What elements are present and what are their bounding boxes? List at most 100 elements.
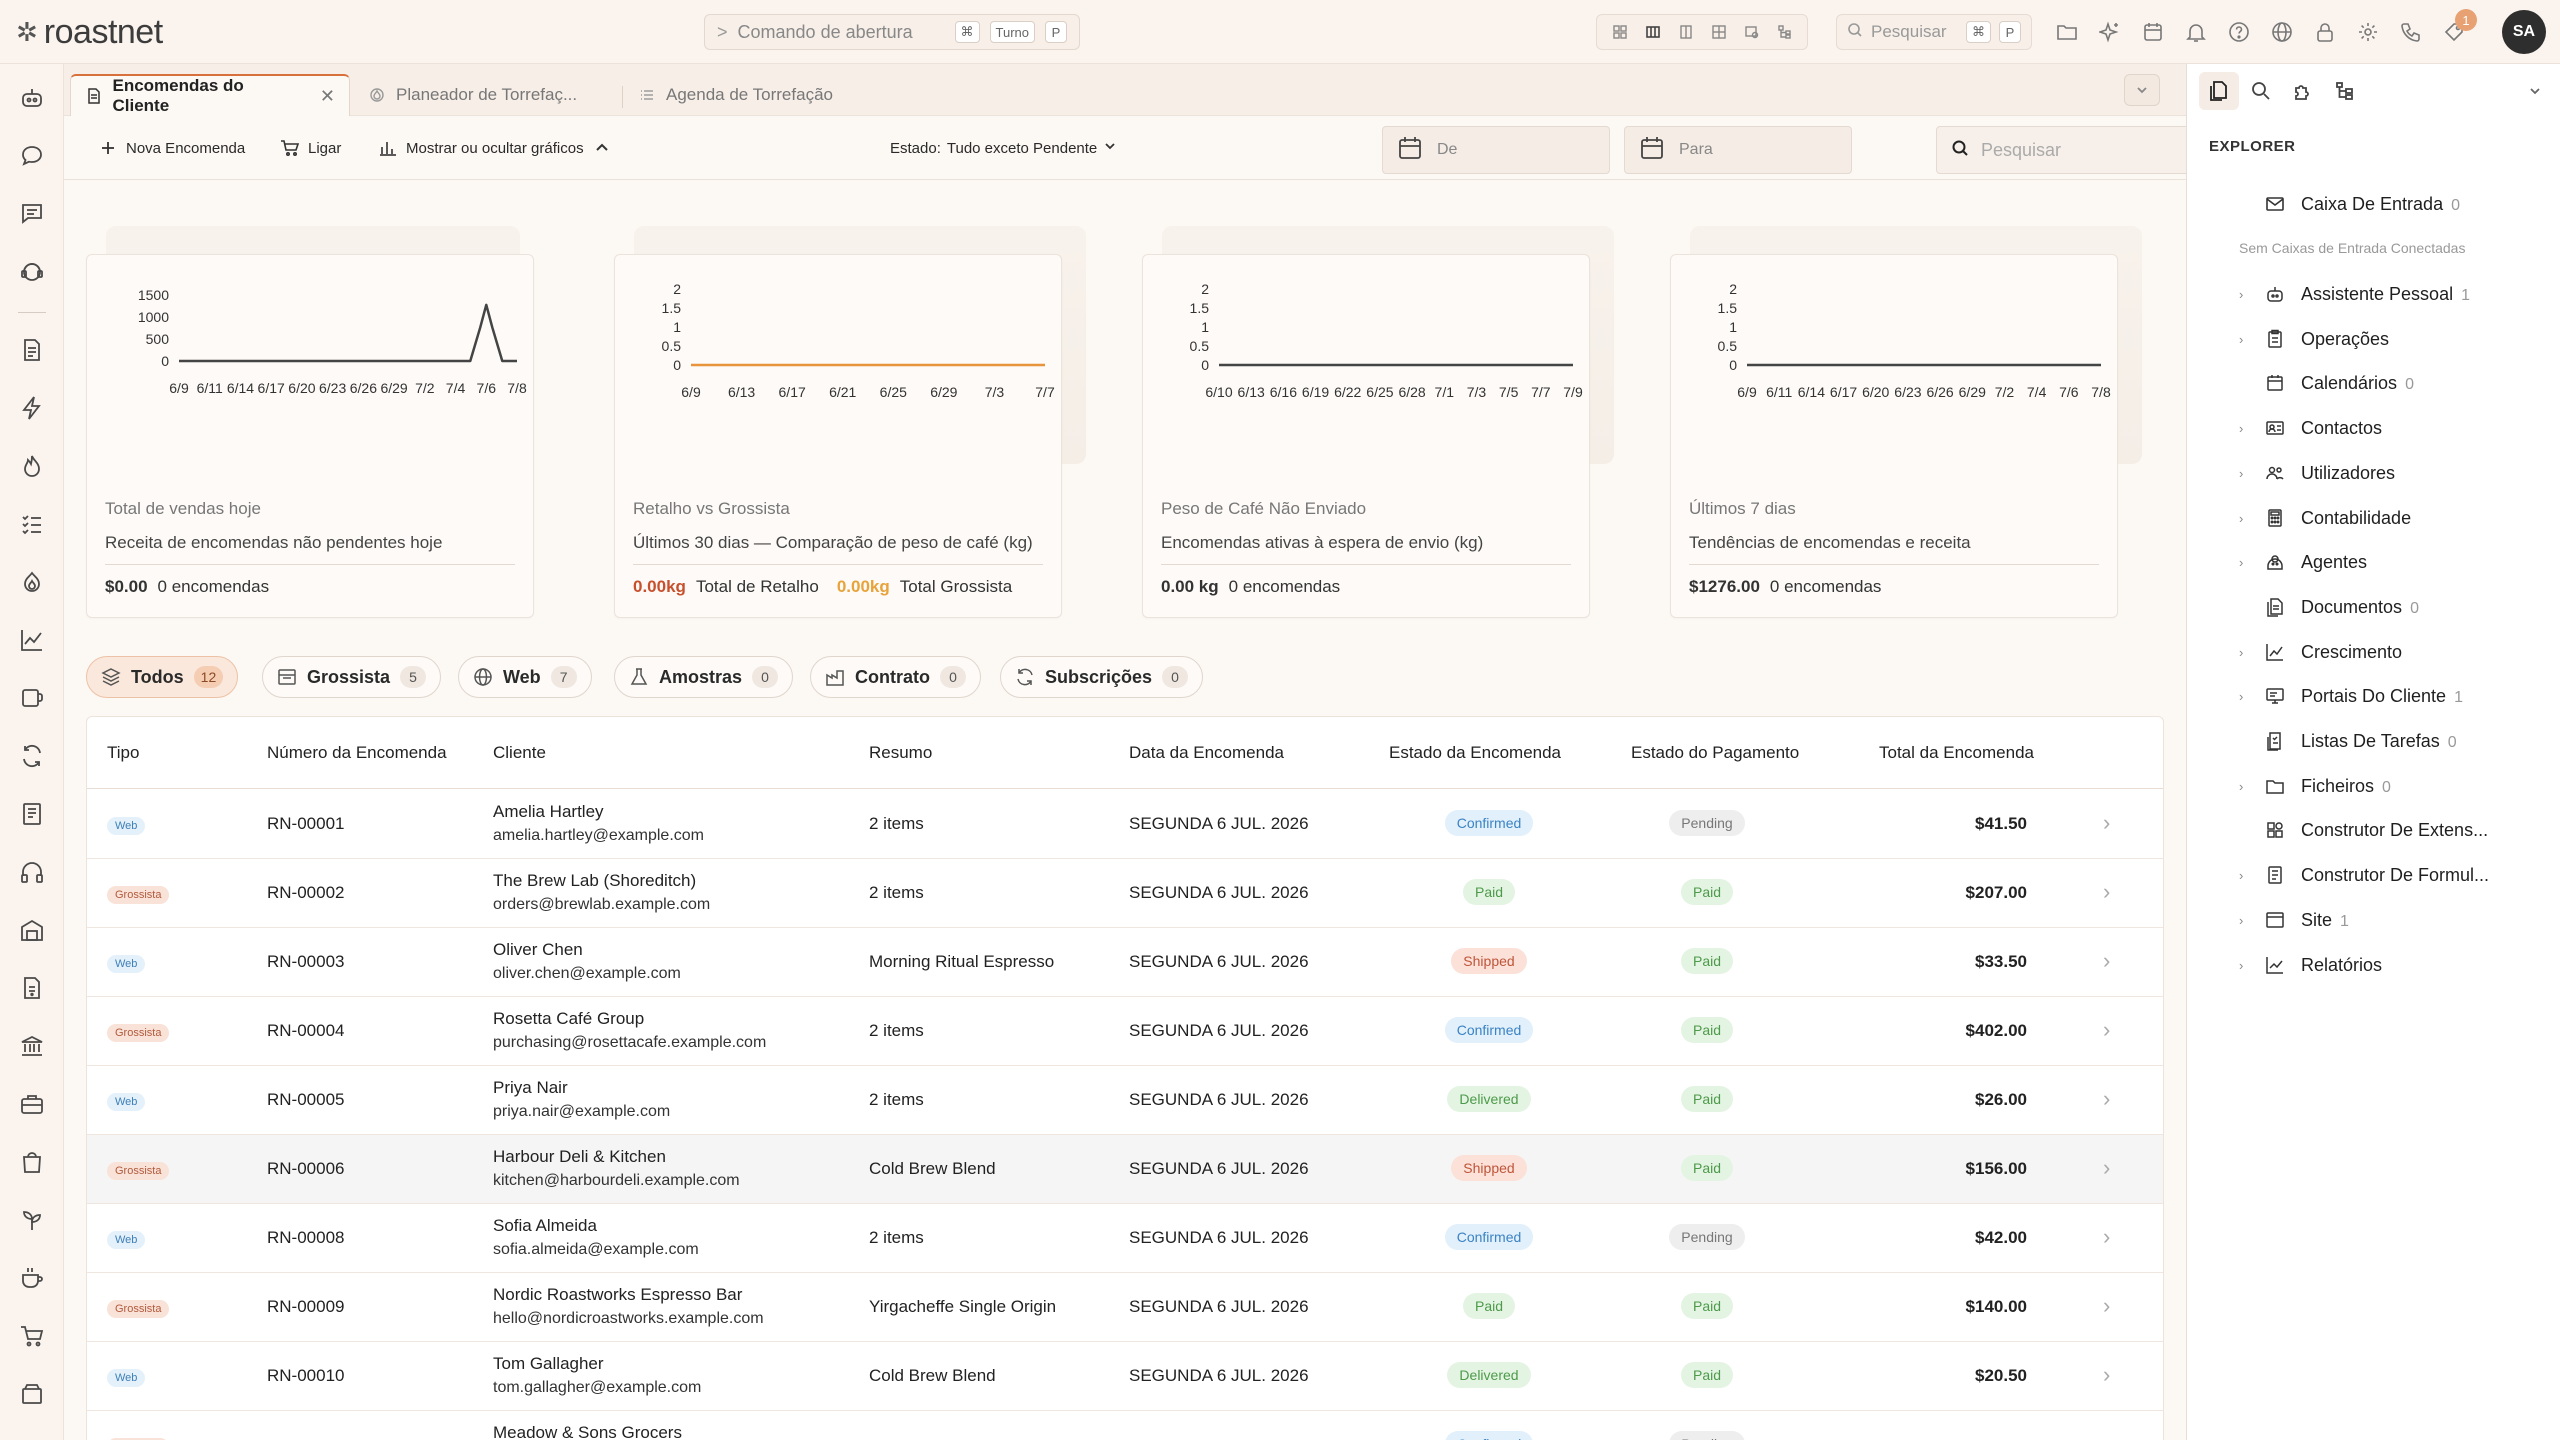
column-header-total[interactable]: Total da Encomenda	[1879, 743, 2034, 763]
cart-icon[interactable]	[18, 1322, 46, 1350]
split-view-icon[interactable]	[1678, 24, 1694, 40]
explorer-item[interactable]: › Portais Do Cliente 1	[2187, 678, 2560, 714]
files-icon[interactable]	[2199, 72, 2239, 110]
table-row[interactable]: Web RN-00008 Sofia Almeida sofia.almeida@ex…	[87, 1204, 2163, 1273]
chevron-right-icon[interactable]: ›	[2103, 1155, 2110, 1181]
flame-icon[interactable]	[18, 452, 46, 480]
shopping-bag-icon[interactable]	[18, 1148, 46, 1176]
bell-icon[interactable]	[2185, 21, 2207, 43]
filter-chip-web[interactable]: Web 7	[458, 656, 592, 698]
status-filter-dropdown[interactable]: Estado: Tudo exceto Pendente	[890, 132, 1117, 164]
table-row[interactable]: Web RN-00005 Priya Nair priya.nair@example.…	[87, 1066, 2163, 1135]
toggle-charts-button[interactable]: Mostrar ou ocultar gráficos	[378, 132, 612, 164]
global-search[interactable]: Pesquisar ⌘ P	[1836, 14, 2032, 50]
explorer-item[interactable]: Calendários 0	[2187, 365, 2560, 401]
support-agent-icon[interactable]	[18, 258, 46, 286]
column-header-customer[interactable]: Cliente	[493, 743, 546, 763]
explorer-item[interactable]: › Agentes	[2187, 544, 2560, 580]
chevron-right-icon[interactable]: ›	[2239, 511, 2253, 526]
chart-line-icon[interactable]	[18, 626, 46, 654]
bank-icon[interactable]	[18, 1032, 46, 1060]
explorer-item[interactable]: Documentos 0	[2187, 589, 2560, 625]
explorer-item[interactable]: Listas De Tarefas 0	[2187, 723, 2560, 759]
chevron-right-icon[interactable]: ›	[2103, 1362, 2110, 1388]
sparkles-icon[interactable]	[2099, 21, 2121, 43]
filter-chip-samples[interactable]: Amostras 0	[614, 656, 794, 698]
coffee-icon[interactable]	[18, 684, 46, 712]
refresh-icon[interactable]	[18, 742, 46, 770]
table-row[interactable]: Web RN-00003 Oliver Chen oliver.chen@exampl…	[87, 928, 2163, 997]
tiles-view-icon[interactable]	[1711, 24, 1727, 40]
explorer-item[interactable]: › Contactos	[2187, 410, 2560, 446]
messages-icon[interactable]	[18, 200, 46, 228]
chevron-right-icon[interactable]: ›	[2239, 645, 2253, 660]
filter-chip-all[interactable]: Todos 12	[86, 656, 239, 698]
folder-icon[interactable]	[2056, 21, 2078, 43]
chevron-right-icon[interactable]: ›	[2239, 466, 2253, 481]
globe-icon[interactable]	[2271, 21, 2293, 43]
explorer-item[interactable]: › Ficheiros 0	[2187, 768, 2560, 804]
new-order-button[interactable]: Nova Encomenda	[98, 132, 245, 164]
date-to-field[interactable]: Para	[1624, 126, 1852, 174]
warehouse-icon[interactable]	[18, 916, 46, 944]
cup-icon[interactable]	[18, 1264, 46, 1292]
call-button[interactable]: Ligar	[280, 132, 341, 164]
chat-bubble-icon[interactable]	[18, 142, 46, 170]
table-row[interactable]: Web RN-00010 Tom Gallagher tom.gallagher@ex…	[87, 1342, 2163, 1411]
explorer-item[interactable]: › Contabilidade	[2187, 500, 2560, 536]
phone-icon[interactable]	[2400, 21, 2422, 43]
column-header-number[interactable]: Número da Encomenda	[267, 743, 447, 763]
calendar-icon[interactable]	[2142, 21, 2164, 43]
explorer-item[interactable]: › Operações	[2187, 321, 2560, 357]
table-row[interactable]: Web RN-00001 Amelia Hartley amelia.hartley@…	[87, 790, 2163, 859]
table-row[interactable]: Grossista RN-00004 Rosetta Café Group purch…	[87, 997, 2163, 1066]
filter-chip-subscriptions[interactable]: Subscrições 0	[1000, 656, 1204, 698]
lightning-icon[interactable]	[18, 394, 46, 422]
robot-icon[interactable]	[18, 84, 46, 112]
orders-search-input[interactable]: Pesquisar	[1936, 126, 2228, 174]
briefcase-icon[interactable]	[18, 1090, 46, 1118]
chevron-right-icon[interactable]: ›	[2239, 913, 2253, 928]
list-icon[interactable]	[18, 510, 46, 538]
date-from-field[interactable]: De	[1382, 126, 1610, 174]
table-row[interactable]: Grossista RN-00009 Nordic Roastworks Espre…	[87, 1273, 2163, 1342]
roast-icon[interactable]	[18, 568, 46, 596]
column-header-type[interactable]: Tipo	[107, 743, 139, 763]
chevron-right-icon[interactable]: ›	[2239, 958, 2253, 973]
explorer-item[interactable]: › Site 1	[2187, 902, 2560, 938]
sprout-icon[interactable]	[18, 1206, 46, 1234]
columns-view-icon[interactable]	[1645, 24, 1661, 40]
chevron-right-icon[interactable]: ›	[2103, 1017, 2110, 1043]
document-icon[interactable]	[18, 336, 46, 364]
search-icon[interactable]	[2241, 72, 2281, 110]
command-palette[interactable]: > Comando de abertura ⌘ Turno P	[704, 14, 1080, 50]
column-header-date[interactable]: Data da Encomenda	[1129, 743, 1284, 763]
ledger-icon[interactable]	[18, 800, 46, 828]
column-header-payment-status[interactable]: Estado do Pagamento	[1631, 743, 1799, 763]
chevron-right-icon[interactable]: ›	[2103, 1293, 2110, 1319]
invoice-icon[interactable]	[18, 974, 46, 1002]
chevron-down-icon[interactable]	[2515, 72, 2555, 110]
chevron-right-icon[interactable]: ›	[2103, 810, 2110, 836]
chevron-down-icon[interactable]	[2124, 74, 2160, 106]
chevron-right-icon[interactable]: ›	[2103, 1431, 2110, 1440]
tab-customer-orders[interactable]: Encomendas do Cliente ✕	[70, 74, 350, 116]
brand-logo[interactable]: ✲ roastnet	[16, 13, 163, 51]
chevron-right-icon[interactable]: ›	[2103, 879, 2110, 905]
puzzle-icon[interactable]	[2283, 72, 2323, 110]
column-header-order-status[interactable]: Estado da Encomenda	[1389, 743, 1561, 763]
grid-view-icon[interactable]	[1612, 24, 1628, 40]
chevron-right-icon[interactable]: ›	[2103, 948, 2110, 974]
table-row[interactable]: Grossista RN-00002 The Brew Lab (Shoreditc…	[87, 859, 2163, 928]
box-icon[interactable]	[18, 1380, 46, 1408]
tree-icon[interactable]	[2325, 72, 2365, 110]
explorer-item[interactable]: › Relatórios	[2187, 947, 2560, 983]
table-row[interactable]: Grossista RN-00006 Harbour Deli & Kitchen k…	[87, 1135, 2163, 1204]
gear-icon[interactable]	[2357, 21, 2379, 43]
notifications-icon[interactable]: 1	[2443, 9, 2477, 43]
avatar[interactable]: SA	[2502, 10, 2546, 54]
help-icon[interactable]	[2228, 21, 2250, 43]
explorer-item[interactable]: › Assistente Pessoal 1	[2187, 276, 2560, 312]
chevron-right-icon[interactable]: ›	[2239, 689, 2253, 704]
chevron-right-icon[interactable]: ›	[2103, 1086, 2110, 1112]
